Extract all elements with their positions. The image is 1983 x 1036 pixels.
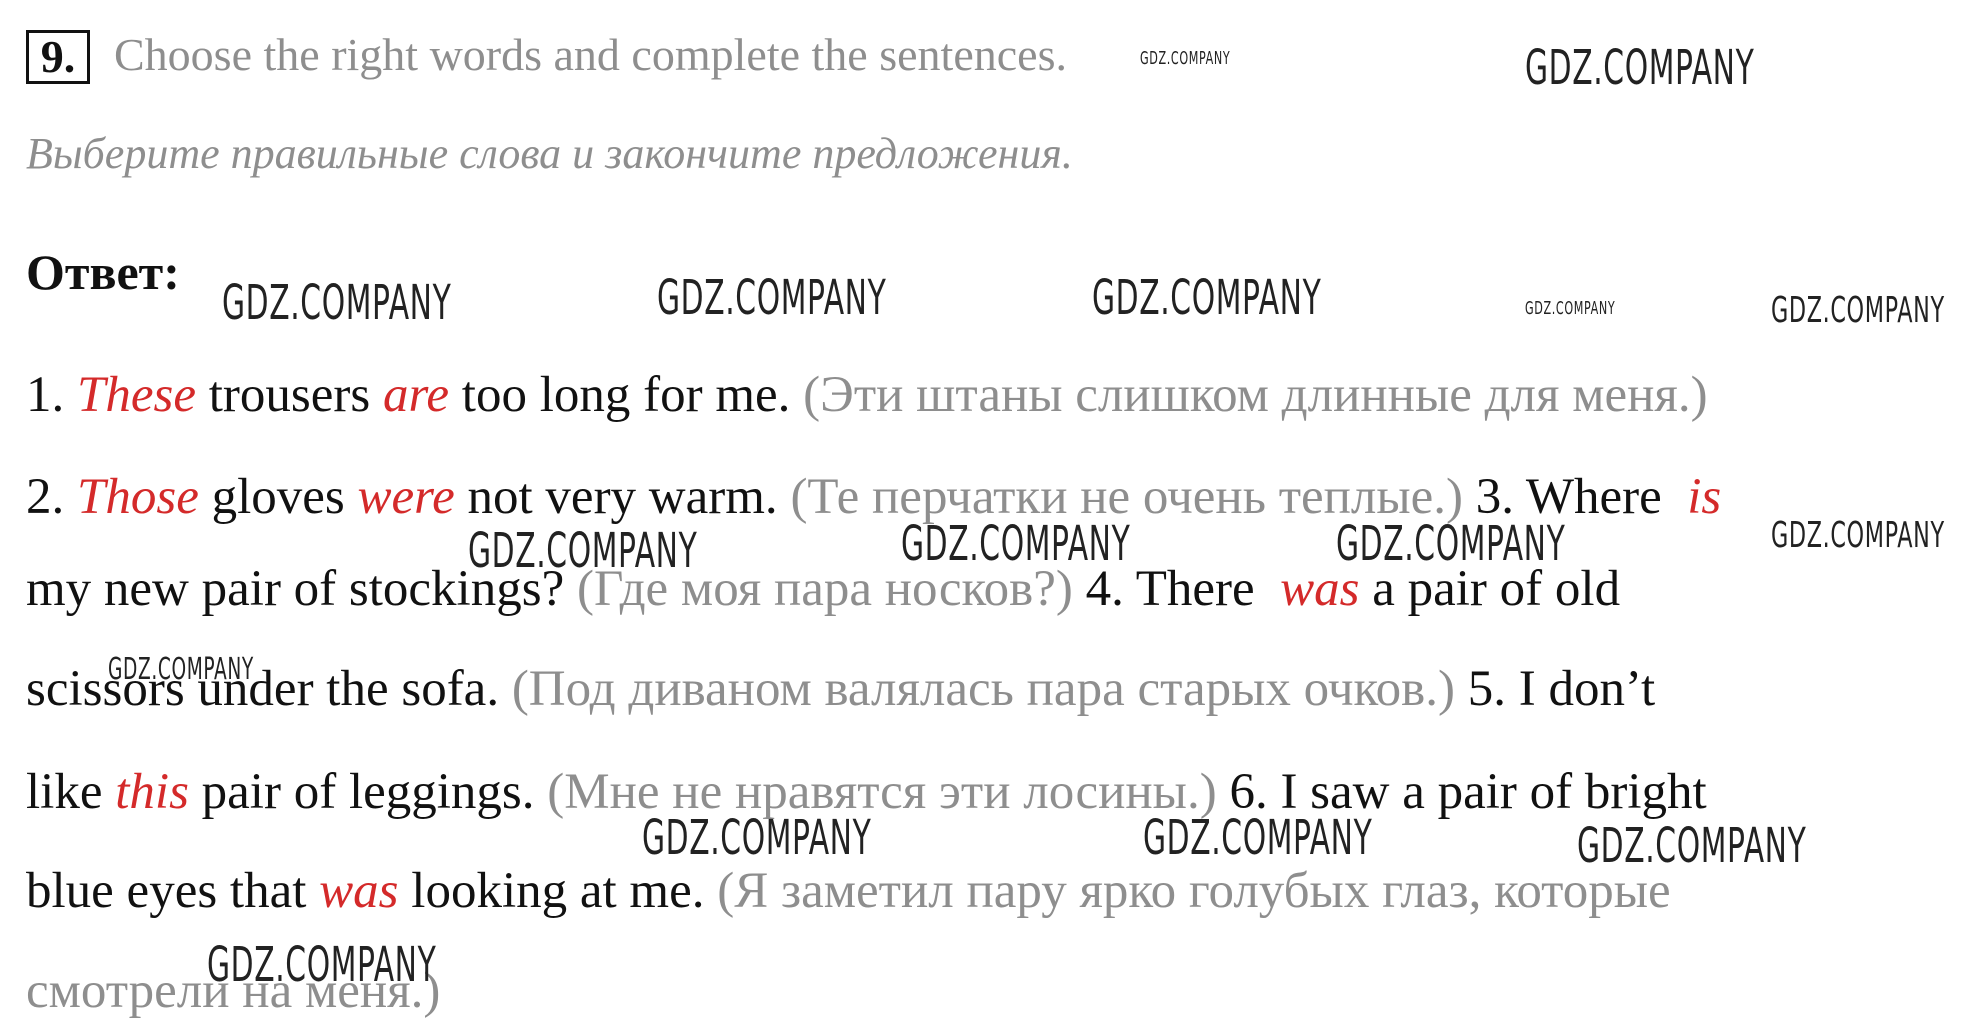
text: scissors under the sofa. [26, 661, 512, 717]
task-translation: Выберите правильные слова и закончите пр… [26, 129, 1073, 178]
answer-word: Those [77, 469, 199, 525]
watermark: GDZ.COMPANY [1092, 270, 1322, 326]
text: too long for me. [449, 367, 804, 423]
translation-text: (Эти штаны слишком длинные для меня.) [803, 367, 1708, 423]
watermark: GDZ.COMPANY [1771, 290, 1945, 331]
text: like [26, 764, 116, 820]
task-number: 9. [26, 30, 90, 84]
translation-text: (Я заметил пару ярко голубых глаз, котор… [717, 863, 1671, 919]
answer-word: this [115, 764, 189, 820]
answer-word: are [382, 367, 450, 423]
translation-text: (Под диваном валялась пара старых очков.… [511, 661, 1455, 717]
watermark: GDZ.COMPANY [1143, 810, 1373, 866]
watermark: GDZ.COMPANY [1525, 40, 1755, 96]
watermark: GDZ.COMPANY [1140, 48, 1231, 69]
watermark: GDZ.COMPANY [901, 516, 1131, 572]
text: not very warm. [454, 469, 791, 525]
answer-word: was [319, 863, 399, 919]
text: gloves [198, 469, 358, 525]
watermark: GDZ.COMPANY [1771, 515, 1945, 556]
answer-line-4: scissors under the sofa. (Под диваном ва… [26, 660, 1655, 718]
answer-line-1: 1. These trousers are too long for me. (… [26, 366, 1708, 424]
watermark: GDZ.COMPANY [1336, 516, 1566, 572]
text: blue eyes that [26, 863, 320, 919]
answer-word: were [357, 469, 455, 525]
watermark: GDZ.COMPANY [1577, 818, 1807, 874]
answer-word: is [1687, 469, 1722, 525]
watermark: GDZ.COMPANY [222, 275, 452, 331]
watermark: GDZ.COMPANY [468, 523, 698, 579]
answer-line-6: blue eyes that was looking at me. (Я зам… [26, 862, 1671, 920]
text: 1. [26, 367, 77, 423]
text: 5. I don’t [1454, 661, 1656, 717]
watermark: GDZ.COMPANY [1525, 298, 1616, 319]
watermark: GDZ.COMPANY [108, 652, 254, 687]
text: 2. [26, 469, 77, 525]
watermark: GDZ.COMPANY [657, 270, 887, 326]
text: looking at me. [398, 863, 718, 919]
task-instruction: Choose the right words and complete the … [114, 29, 1067, 80]
watermark: GDZ.COMPANY [642, 810, 872, 866]
text: trousers [195, 367, 383, 423]
watermark: GDZ.COMPANY [207, 937, 437, 993]
answer-label: Ответ: [26, 244, 180, 300]
text: pair of leggings. [188, 764, 548, 820]
answer-word: These [77, 367, 196, 423]
